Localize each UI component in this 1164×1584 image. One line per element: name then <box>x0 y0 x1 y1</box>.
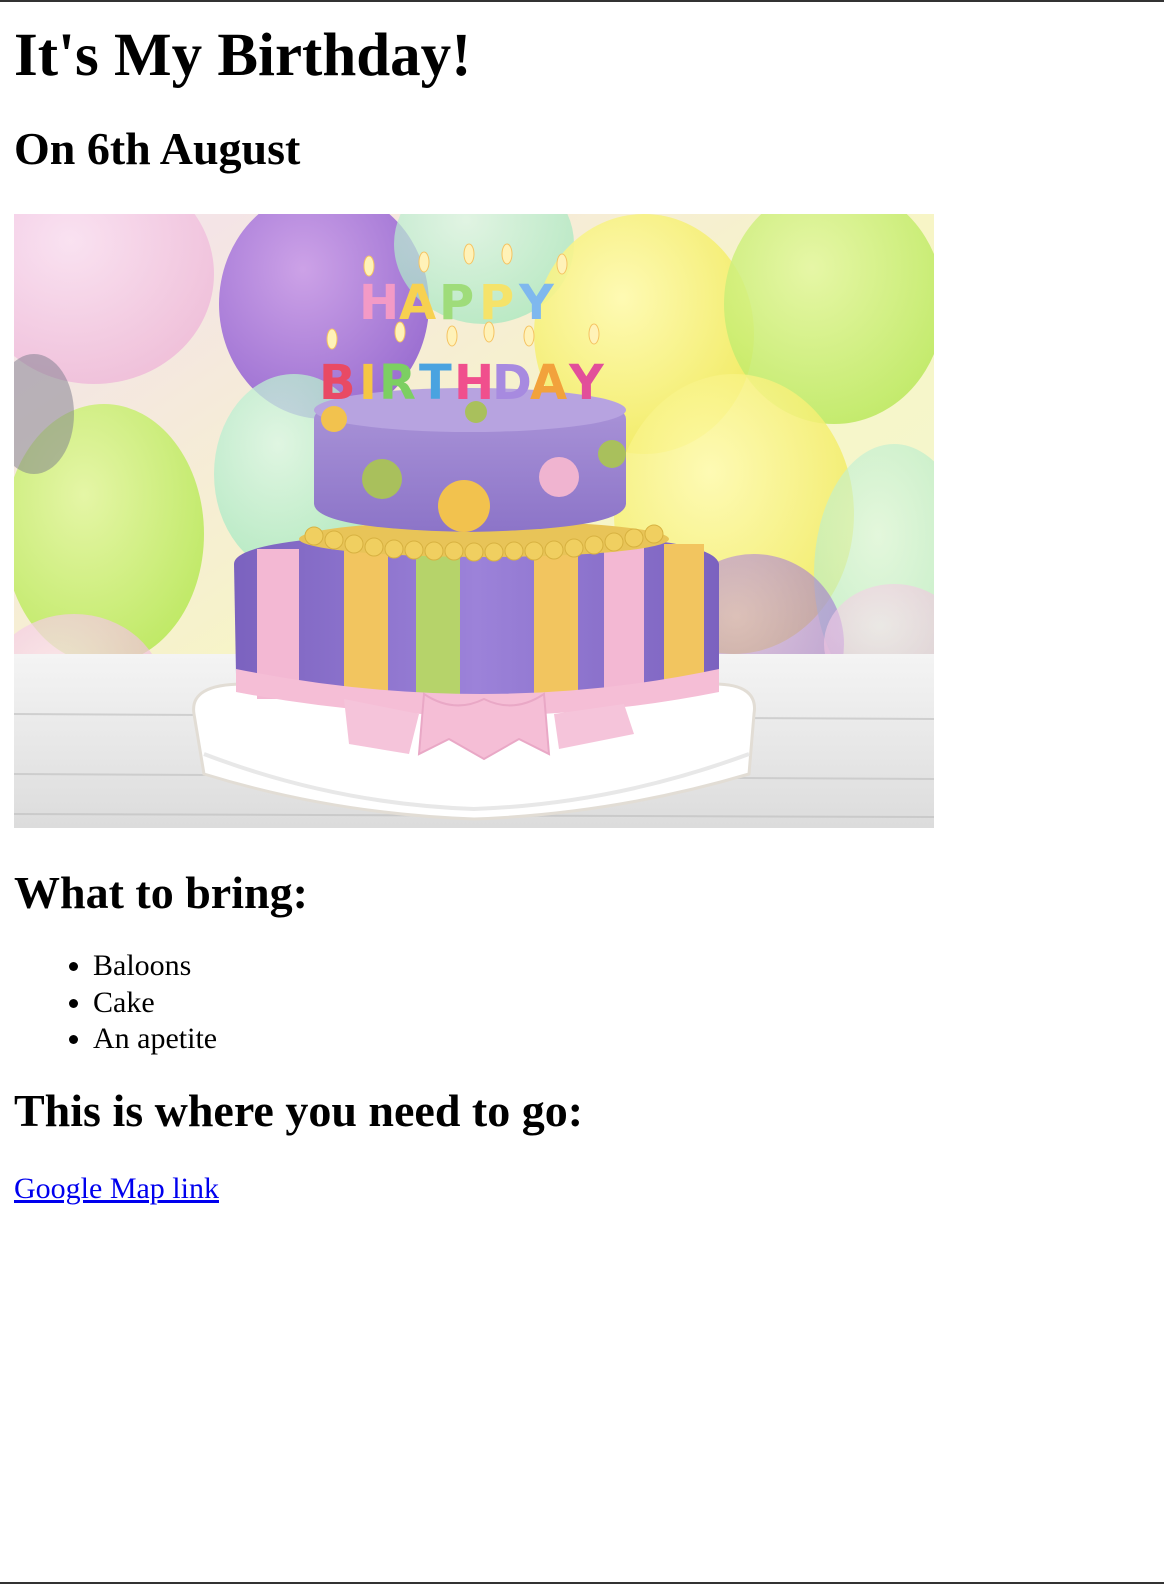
page-content: It's My Birthday! On 6th August H A P P … <box>0 20 1164 1207</box>
svg-text:Y: Y <box>518 275 555 331</box>
google-map-link[interactable]: Google Map link <box>14 1171 219 1207</box>
party-date: On 6th August <box>14 123 301 174</box>
bring-list: Baloons Cake An apetite <box>14 948 1150 1058</box>
birthday-cake-image: H A P P Y B I R T H D A Y <box>14 214 934 828</box>
svg-text:P: P <box>439 275 474 331</box>
svg-text:D: D <box>492 355 532 411</box>
svg-text:H: H <box>359 275 399 331</box>
svg-text:T: T <box>419 355 452 411</box>
list-item: Baloons <box>93 948 1150 985</box>
svg-text:Y: Y <box>568 355 605 411</box>
page-title: It's My Birthday! <box>14 22 472 89</box>
svg-text:H: H <box>454 355 494 411</box>
svg-text:I: I <box>359 355 377 411</box>
svg-text:R: R <box>379 355 416 411</box>
svg-text:B: B <box>319 355 356 411</box>
what-to-bring-heading: What to bring: <box>14 867 308 918</box>
list-item: An apetite <box>93 1021 1150 1058</box>
svg-text:A: A <box>399 275 436 331</box>
list-item: Cake <box>93 985 1150 1022</box>
location-heading: This is where you need to go: <box>14 1084 584 1136</box>
svg-text:A: A <box>530 355 567 411</box>
svg-text:P: P <box>479 275 514 331</box>
